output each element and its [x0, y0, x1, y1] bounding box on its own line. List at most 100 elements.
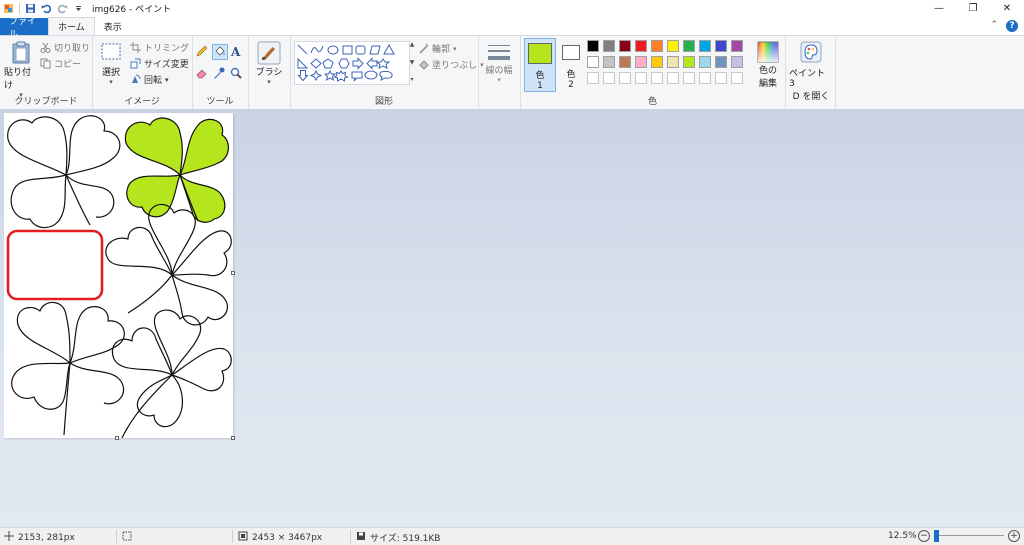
resize-handle-bottom[interactable] — [115, 436, 119, 440]
outline-button[interactable]: 輪郭 ▾ — [418, 42, 457, 55]
palette-swatch[interactable] — [683, 40, 695, 52]
edit-colors-button[interactable]: 色の 編集 — [754, 41, 782, 89]
scroll-up-icon[interactable]: ▲ — [410, 41, 415, 48]
palette-swatch[interactable] — [587, 56, 599, 68]
palette-swatch[interactable] — [699, 40, 711, 52]
size-button[interactable]: 線の幅 ▾ — [484, 43, 514, 84]
expand-gallery-icon[interactable]: ▾ — [410, 76, 413, 83]
drawing-canvas[interactable] — [4, 113, 233, 439]
palette-swatch[interactable] — [731, 56, 743, 68]
paste-label: 貼り付け — [4, 68, 32, 91]
shapes-gallery[interactable] — [294, 41, 410, 85]
palette-swatch[interactable] — [651, 40, 663, 52]
outline-icon — [418, 43, 429, 54]
help-icon[interactable]: ? — [1006, 20, 1018, 32]
tab-view[interactable]: 表示 — [95, 18, 131, 35]
cut-button[interactable]: 切り取り — [40, 41, 90, 54]
eraser-icon[interactable] — [195, 66, 212, 83]
collapse-ribbon-icon[interactable]: ⌃ — [990, 20, 998, 30]
line-width-icon — [488, 45, 510, 60]
palette-swatch[interactable] — [651, 56, 663, 68]
selection-size — [122, 531, 132, 544]
color2-label: 色 — [566, 70, 576, 80]
custom-color-slot[interactable] — [603, 72, 615, 84]
palette-swatch[interactable] — [603, 40, 615, 52]
size-group: 線の幅 ▾ — [478, 36, 521, 109]
divider — [19, 3, 20, 14]
file-size: サイズ: 519.1KB — [356, 531, 440, 544]
palette-swatch[interactable] — [667, 40, 679, 52]
restore-button[interactable]: ❐ — [956, 0, 990, 17]
workspace — [0, 109, 1024, 527]
custom-color-slot[interactable] — [683, 72, 695, 84]
tools-group-label: ツール — [206, 97, 234, 107]
clipboard-group-label: クリップボード — [14, 97, 78, 107]
close-button[interactable]: ✕ — [990, 0, 1024, 17]
paint-app-icon[interactable] — [3, 3, 14, 14]
minimize-button[interactable]: — — [922, 0, 956, 17]
paint3d-group: ペイント 3 D を開く — [785, 36, 836, 109]
custom-color-slot[interactable] — [667, 72, 679, 84]
zoom-in-button[interactable]: + — [1008, 530, 1020, 542]
resize-button[interactable]: サイズ変更 — [130, 57, 189, 70]
palette-swatch[interactable] — [683, 56, 695, 68]
palette-swatch[interactable] — [715, 40, 727, 52]
palette-swatch[interactable] — [731, 40, 743, 52]
divider — [350, 530, 351, 543]
magnifier-icon[interactable] — [229, 66, 246, 83]
shapes-gallery-icons — [297, 43, 395, 82]
custom-color-slot[interactable] — [587, 72, 599, 84]
scissors-icon — [40, 42, 51, 53]
palette-swatch[interactable] — [635, 56, 647, 68]
palette-swatch[interactable] — [619, 56, 631, 68]
select-button[interactable]: 選択 ▾ — [98, 42, 124, 86]
save-icon[interactable] — [25, 3, 36, 14]
rotate-button[interactable]: 回転 ▾ — [130, 73, 169, 86]
redo-icon[interactable] — [57, 3, 68, 14]
crop-icon — [130, 42, 141, 53]
tab-file[interactable]: ファイル — [0, 17, 48, 40]
color-picker-icon[interactable] — [212, 66, 229, 83]
custom-color-slot[interactable] — [635, 72, 647, 84]
copy-button[interactable]: コピー — [40, 57, 81, 70]
palette-swatch[interactable] — [603, 56, 615, 68]
palette-swatch[interactable] — [715, 56, 727, 68]
color1-swatch — [528, 43, 552, 64]
custom-color-slot[interactable] — [651, 72, 663, 84]
outline-label: 輪郭 — [432, 45, 451, 55]
colors-group-label: 色 — [647, 97, 657, 107]
svg-text:A: A — [230, 45, 241, 58]
custom-color-slot[interactable] — [715, 72, 727, 84]
zoom-out-button[interactable]: − — [918, 530, 930, 542]
color2-button[interactable]: 色 2 — [558, 38, 584, 90]
customize-qa-icon[interactable] — [73, 3, 84, 14]
custom-color-slot[interactable] — [731, 72, 743, 84]
text-icon[interactable]: A — [229, 44, 246, 61]
resize-handle-right[interactable] — [231, 271, 235, 275]
pencil-icon[interactable] — [195, 44, 212, 61]
custom-color-slot[interactable] — [619, 72, 631, 84]
zoom-slider-thumb[interactable] — [934, 530, 939, 542]
resize-handle-corner[interactable] — [231, 436, 235, 440]
palette-swatch[interactable] — [635, 40, 647, 52]
paste-button[interactable]: 貼り付け ▾ — [4, 41, 38, 99]
fill-bucket-icon[interactable] — [212, 44, 228, 60]
select-rectangle-icon — [101, 43, 121, 60]
brushes-button[interactable]: ブラシ ▾ — [254, 41, 284, 86]
shapes-scroll[interactable]: ▲ ▼ ▾ — [408, 41, 416, 83]
fill-button[interactable]: 塗りつぶし ▾ — [418, 58, 484, 71]
palette-swatch[interactable] — [587, 40, 599, 52]
palette-swatch[interactable] — [699, 56, 711, 68]
chevron-down-icon: ▾ — [497, 76, 501, 84]
tab-home[interactable]: ホーム — [48, 17, 95, 35]
palette-swatch[interactable] — [619, 40, 631, 52]
palette-swatch[interactable] — [667, 56, 679, 68]
color1-button[interactable]: 色 1 — [524, 38, 556, 92]
open-paint3d-button[interactable]: ペイント 3 D を開く — [789, 41, 833, 102]
undo-icon[interactable] — [41, 3, 52, 14]
crop-button[interactable]: トリミング — [130, 41, 189, 54]
paint3d-icon — [800, 41, 822, 63]
custom-color-slot[interactable] — [699, 72, 711, 84]
zoom-slider[interactable] — [934, 530, 1004, 542]
scroll-down-icon[interactable]: ▼ — [410, 59, 415, 66]
